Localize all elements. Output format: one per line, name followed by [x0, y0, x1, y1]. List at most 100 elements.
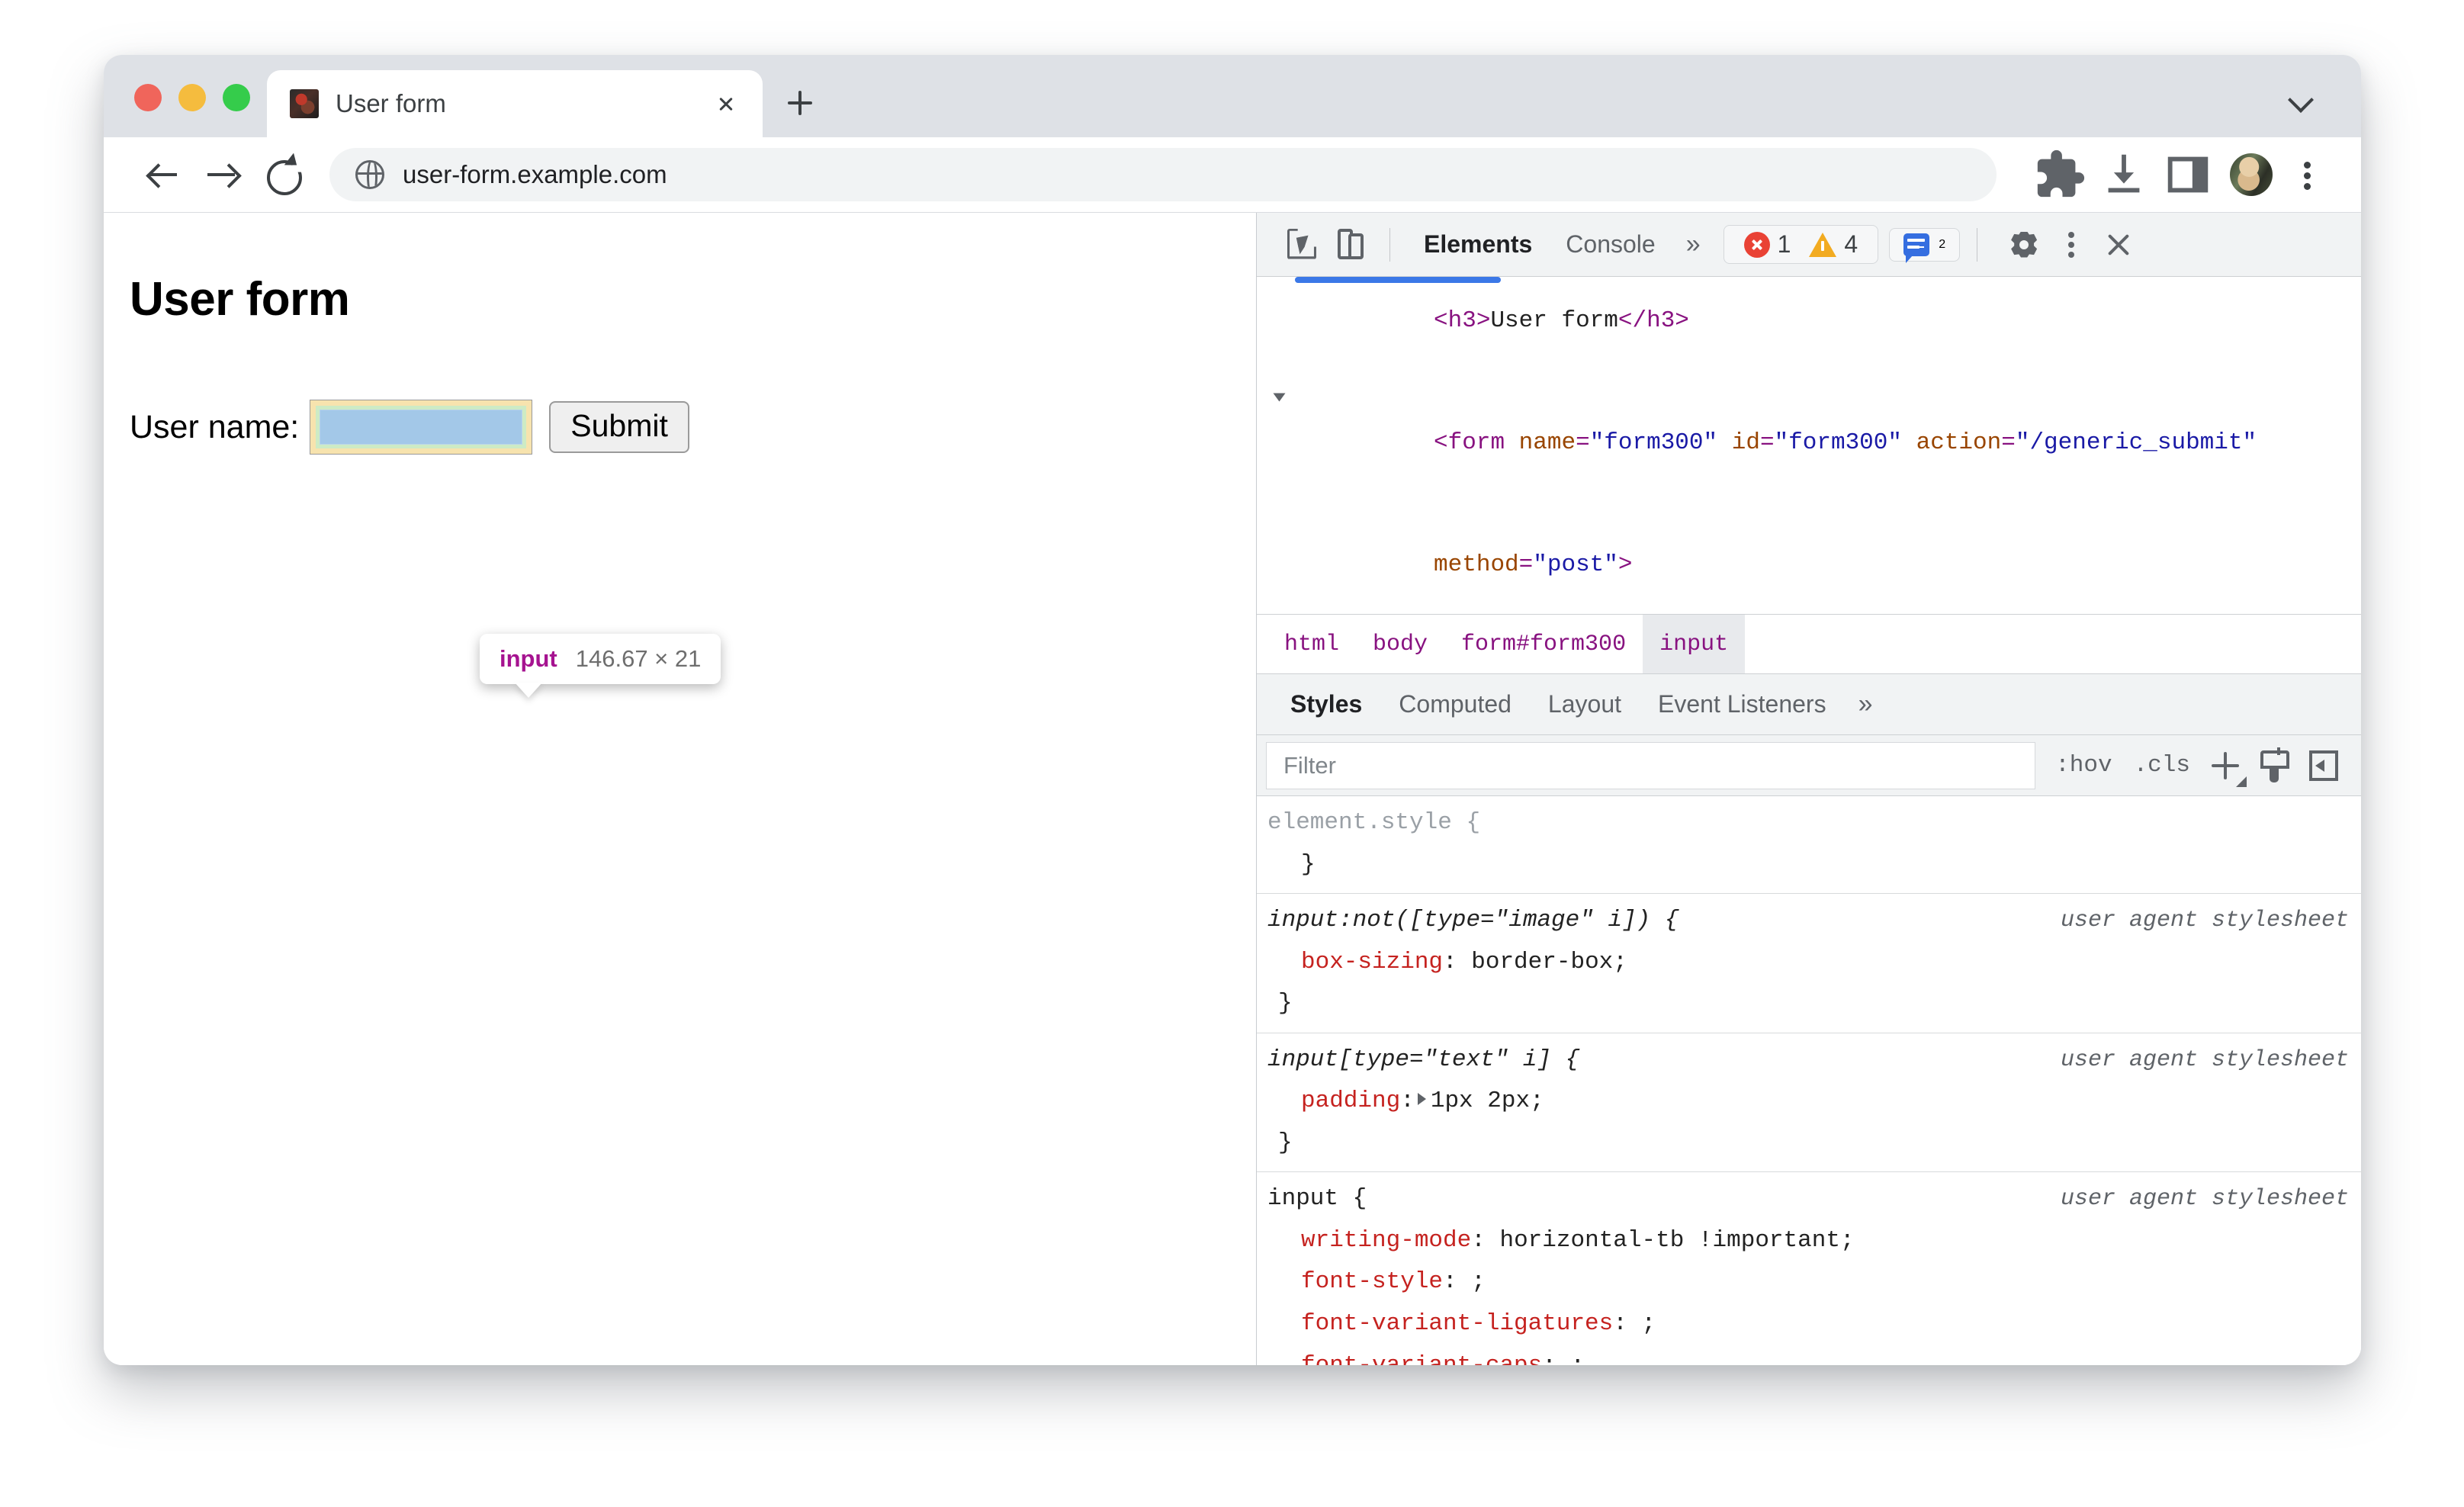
- expand-shorthand-icon[interactable]: [1417, 1093, 1426, 1106]
- tab-event-listeners[interactable]: Event Listeners: [1640, 690, 1845, 718]
- tab-strip: User form: [104, 55, 2361, 137]
- message-counter[interactable]: 2: [1889, 227, 1961, 263]
- dom-tree[interactable]: <h3>User form</h3> <form name="form300" …: [1257, 277, 2361, 615]
- dom-line-form-open[interactable]: <form name="form300" id="form300" action…: [1257, 382, 2361, 504]
- error-counter[interactable]: 1: [1735, 230, 1801, 259]
- declaration[interactable]: box-sizing: border-box;: [1267, 942, 2361, 984]
- dom-line[interactable]: <h3>User form</h3>: [1257, 277, 2361, 382]
- declaration-value[interactable]: ;: [1471, 1268, 1486, 1295]
- page-viewport: User form User name: Submit input 146.67…: [104, 213, 1257, 1365]
- declaration-property[interactable]: writing-mode: [1301, 1227, 1471, 1254]
- close-tab-icon[interactable]: [709, 87, 743, 120]
- styles-sidebar-tabs: Styles Computed Layout Event Listeners »: [1257, 674, 2361, 735]
- rule-selector[interactable]: input[type="text" i] {: [1267, 1039, 2061, 1081]
- warning-counter[interactable]: 4: [1800, 230, 1867, 259]
- rule-selector[interactable]: input {: [1267, 1178, 2061, 1220]
- style-rule-input[interactable]: input { user agent stylesheet writing-mo…: [1257, 1172, 2361, 1365]
- styles-pane[interactable]: element.style { } input:not([type="image…: [1257, 796, 2361, 1365]
- breadcrumb-form-text: form#form300: [1461, 631, 1627, 657]
- window-controls: [104, 84, 267, 137]
- more-sidebar-tabs-icon[interactable]: »: [1845, 689, 1887, 719]
- issue-counters[interactable]: 1 4: [1723, 225, 1879, 264]
- declaration-property[interactable]: font-variant-caps: [1301, 1352, 1542, 1365]
- avatar[interactable]: [2230, 153, 2273, 196]
- side-panel-icon[interactable]: [2161, 148, 2215, 201]
- rule-selector[interactable]: element.style {: [1267, 802, 2361, 844]
- declaration-value[interactable]: 1px 2px;: [1431, 1088, 1544, 1114]
- maximize-window-button[interactable]: [223, 84, 250, 111]
- styles-filter-input[interactable]: Filter: [1266, 741, 2036, 789]
- submit-button[interactable]: Submit: [549, 401, 689, 453]
- declaration-property[interactable]: padding: [1301, 1088, 1400, 1114]
- paint-brush-icon[interactable]: [2250, 741, 2299, 790]
- tab-computed[interactable]: Computed: [1380, 690, 1530, 718]
- declaration[interactable]: font-style: ;: [1267, 1261, 2361, 1303]
- breadcrumb-item-input[interactable]: input: [1643, 615, 1746, 673]
- rule-selector[interactable]: input:not([type="image" i]) {: [1267, 900, 2061, 942]
- rule-header: input { user agent stylesheet: [1267, 1178, 2361, 1220]
- inspect-element-icon[interactable]: [1278, 221, 1325, 268]
- breadcrumb-item-html[interactable]: html: [1267, 615, 1356, 673]
- style-rule-input-not-image[interactable]: input:not([type="image" i]) { user agent…: [1257, 894, 2361, 1033]
- more-tabs-icon[interactable]: »: [1672, 230, 1714, 259]
- new-style-rule-icon[interactable]: [2201, 741, 2250, 790]
- browser-menu-icon[interactable]: [2285, 148, 2331, 201]
- rule-close-brace: }: [1278, 1129, 1293, 1156]
- declaration-value[interactable]: border-box;: [1471, 949, 1627, 975]
- gear-shape: [2011, 231, 2038, 258]
- declaration[interactable]: padding: 1px 2px;: [1267, 1081, 2361, 1123]
- declaration[interactable]: font-variant-caps: ;: [1267, 1345, 2361, 1365]
- reload-icon[interactable]: [252, 145, 311, 204]
- tab-layout[interactable]: Layout: [1530, 690, 1640, 718]
- style-rule-element-style[interactable]: element.style { }: [1257, 796, 2361, 895]
- tab-console[interactable]: Console: [1549, 230, 1672, 259]
- close-devtools-icon[interactable]: [2095, 221, 2142, 268]
- chevron-down-icon[interactable]: [2279, 75, 2324, 120]
- message-bubble-icon: [1903, 233, 1930, 263]
- extensions-puzzle-icon[interactable]: [2033, 148, 2087, 201]
- declaration[interactable]: font-variant-ligatures: ;: [1267, 1303, 2361, 1345]
- download-icon[interactable]: [2097, 148, 2151, 201]
- inspector-tooltip: input 146.67 × 21: [480, 634, 721, 684]
- hov-toggle-button[interactable]: :hov: [2045, 752, 2122, 779]
- devtools-panel: Elements Console » 1 4 2 <h3>User form</…: [1257, 213, 2361, 1365]
- toggle-sidebar-icon[interactable]: [2299, 741, 2347, 790]
- rule-origin[interactable]: user agent stylesheet: [2061, 1040, 2361, 1081]
- device-toolbar-icon[interactable]: [1325, 221, 1373, 268]
- minimize-window-button[interactable]: [178, 84, 206, 111]
- rule-header: input[type="text" i] { user agent styles…: [1267, 1039, 2361, 1081]
- dom-line-form-method[interactable]: method="post">: [1257, 504, 2361, 614]
- tab-styles[interactable]: Styles: [1272, 690, 1380, 718]
- address-bar[interactable]: user-form.example.com: [329, 148, 1997, 201]
- expand-triangle-icon[interactable]: [1273, 393, 1286, 402]
- rule-origin[interactable]: user agent stylesheet: [2061, 901, 2361, 941]
- declaration-property[interactable]: font-variant-ligatures: [1301, 1310, 1613, 1337]
- tab-elements[interactable]: Elements: [1407, 230, 1549, 259]
- style-rule-input-text[interactable]: input[type="text" i] { user agent styles…: [1257, 1033, 2361, 1173]
- breadcrumb-item-body[interactable]: body: [1356, 615, 1444, 673]
- breadcrumb-item-form[interactable]: form#form300: [1444, 615, 1643, 673]
- back-arrow-icon[interactable]: [133, 145, 192, 204]
- declaration-property[interactable]: font-style: [1301, 1268, 1443, 1295]
- browser-tab[interactable]: User form: [267, 70, 763, 137]
- rule-header: element.style {: [1267, 802, 2361, 844]
- cls-toggle-button[interactable]: .cls: [2123, 752, 2201, 779]
- new-tab-icon[interactable]: [773, 76, 827, 130]
- declaration-value[interactable]: ;: [1642, 1310, 1656, 1337]
- globe-icon: [355, 160, 384, 189]
- declaration[interactable]: writing-mode: horizontal-tb !important;: [1267, 1220, 2361, 1262]
- devtools-menu-icon[interactable]: [2048, 221, 2095, 268]
- user-name-input[interactable]: [320, 410, 523, 445]
- rule-origin[interactable]: user agent stylesheet: [2061, 1179, 2361, 1219]
- declaration-property[interactable]: box-sizing: [1301, 949, 1443, 975]
- declaration-value[interactable]: ;: [1570, 1352, 1585, 1365]
- rule-close-brace: }: [1301, 850, 1316, 878]
- forward-arrow-icon[interactable]: [192, 145, 252, 204]
- declaration-value[interactable]: horizontal-tb !important;: [1499, 1227, 1854, 1254]
- inspector-tooltip-size: 146.67 × 21: [575, 645, 702, 672]
- brush-head-shape: [2260, 747, 2289, 769]
- close-window-button[interactable]: [134, 84, 162, 111]
- rule-close-brace: }: [1278, 990, 1293, 1017]
- sidebar-arrow-shape: [2315, 759, 2324, 772]
- gear-icon[interactable]: [2000, 221, 2048, 268]
